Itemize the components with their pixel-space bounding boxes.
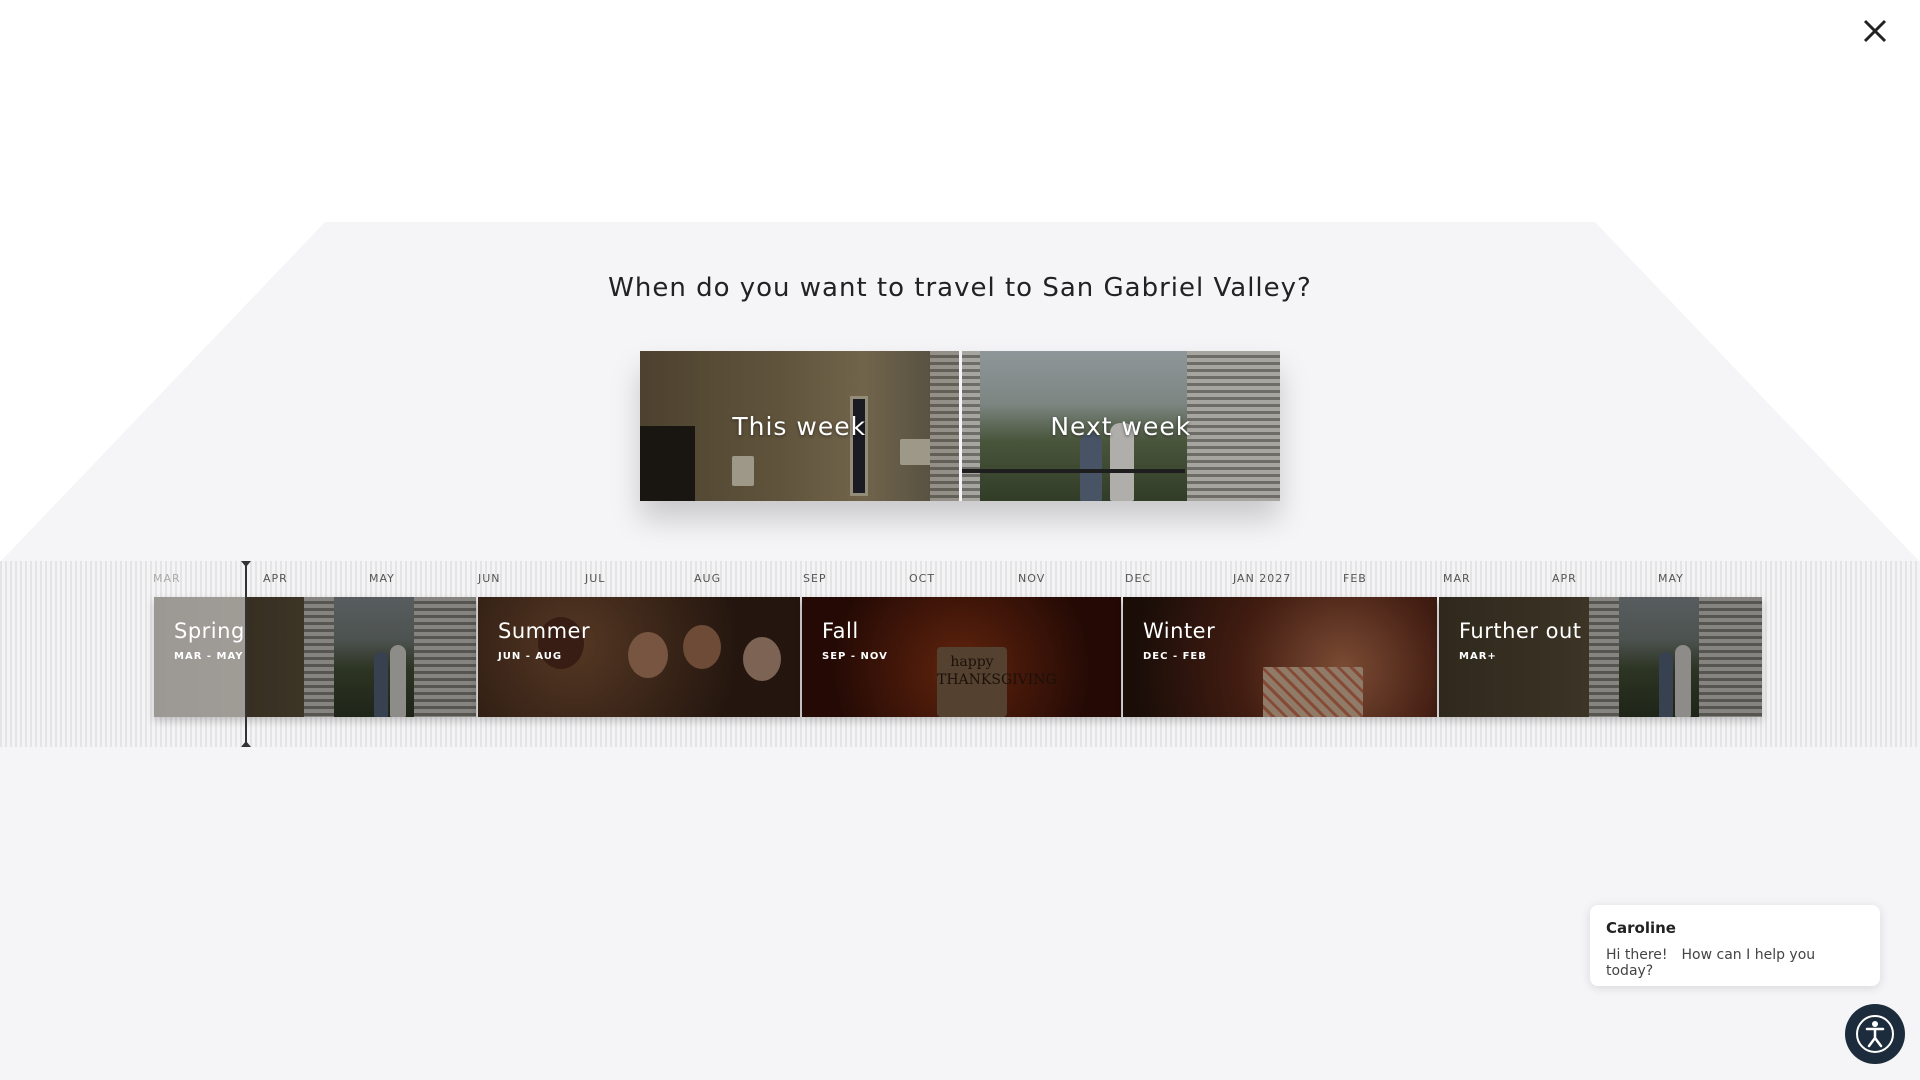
month-label: MAY (369, 572, 395, 585)
month-label: AUG (694, 572, 722, 585)
chat-message: Hi there! How can I help you today? (1606, 947, 1864, 979)
this-week-label: This week (732, 411, 867, 441)
season-name: Spring (174, 619, 245, 643)
month-label: SEP (803, 572, 827, 585)
season-range: JUN - AUG (498, 651, 563, 662)
month-label: FEB (1343, 572, 1367, 585)
month-label: APR (1552, 572, 1577, 585)
season-winter[interactable]: Winter DEC - FEB (1123, 597, 1437, 717)
today-marker (241, 561, 251, 747)
season-name: Winter (1143, 619, 1216, 643)
season-range: MAR - MAY (174, 651, 244, 662)
season-range: MAR+ (1459, 651, 1497, 662)
month-label: OCT (909, 572, 936, 585)
close-icon (1863, 19, 1887, 43)
chat-popup[interactable]: Caroline Hi there! How can I help you tod… (1590, 905, 1880, 986)
close-button[interactable] (1858, 14, 1892, 48)
season-range: DEC - FEB (1143, 651, 1207, 662)
month-label: JUN (478, 572, 501, 585)
accessibility-button[interactable] (1845, 1004, 1905, 1064)
chat-agent-name: Caroline (1606, 919, 1676, 937)
season-further-out[interactable]: Further out MAR+ (1439, 597, 1762, 717)
season-name: Summer (498, 619, 591, 643)
month-label: APR (263, 572, 288, 585)
season-range: SEP - NOV (822, 651, 888, 662)
month-label: MAY (1658, 572, 1684, 585)
month-label: JAN 2027 (1233, 572, 1292, 585)
chat-greeting: Hi there! (1606, 947, 1668, 963)
month-label: NOV (1018, 572, 1046, 585)
season-name: Further out (1459, 619, 1582, 643)
page-title: When do you want to travel to San Gabrie… (608, 273, 1312, 303)
accessibility-icon (1856, 1015, 1894, 1053)
month-label: MAR (1443, 572, 1471, 585)
season-fall[interactable]: happy THANKSGIVING Fall SEP - NOV (802, 597, 1121, 717)
month-label: JUL (585, 572, 606, 585)
season-summer[interactable]: Summer JUN - AUG (478, 597, 800, 717)
this-week-option[interactable]: This week (640, 351, 959, 501)
next-week-option[interactable]: Next week (961, 351, 1280, 501)
month-label: MAR (153, 572, 181, 585)
quick-options: This week Next week (640, 351, 1280, 501)
travel-date-page: When do you want to travel to San Gabrie… (0, 0, 1920, 1080)
month-label: DEC (1125, 572, 1152, 585)
next-week-label: Next week (1050, 411, 1192, 441)
season-spring[interactable]: Spring MAR - MAY (154, 597, 476, 717)
season-name: Fall (822, 619, 859, 643)
